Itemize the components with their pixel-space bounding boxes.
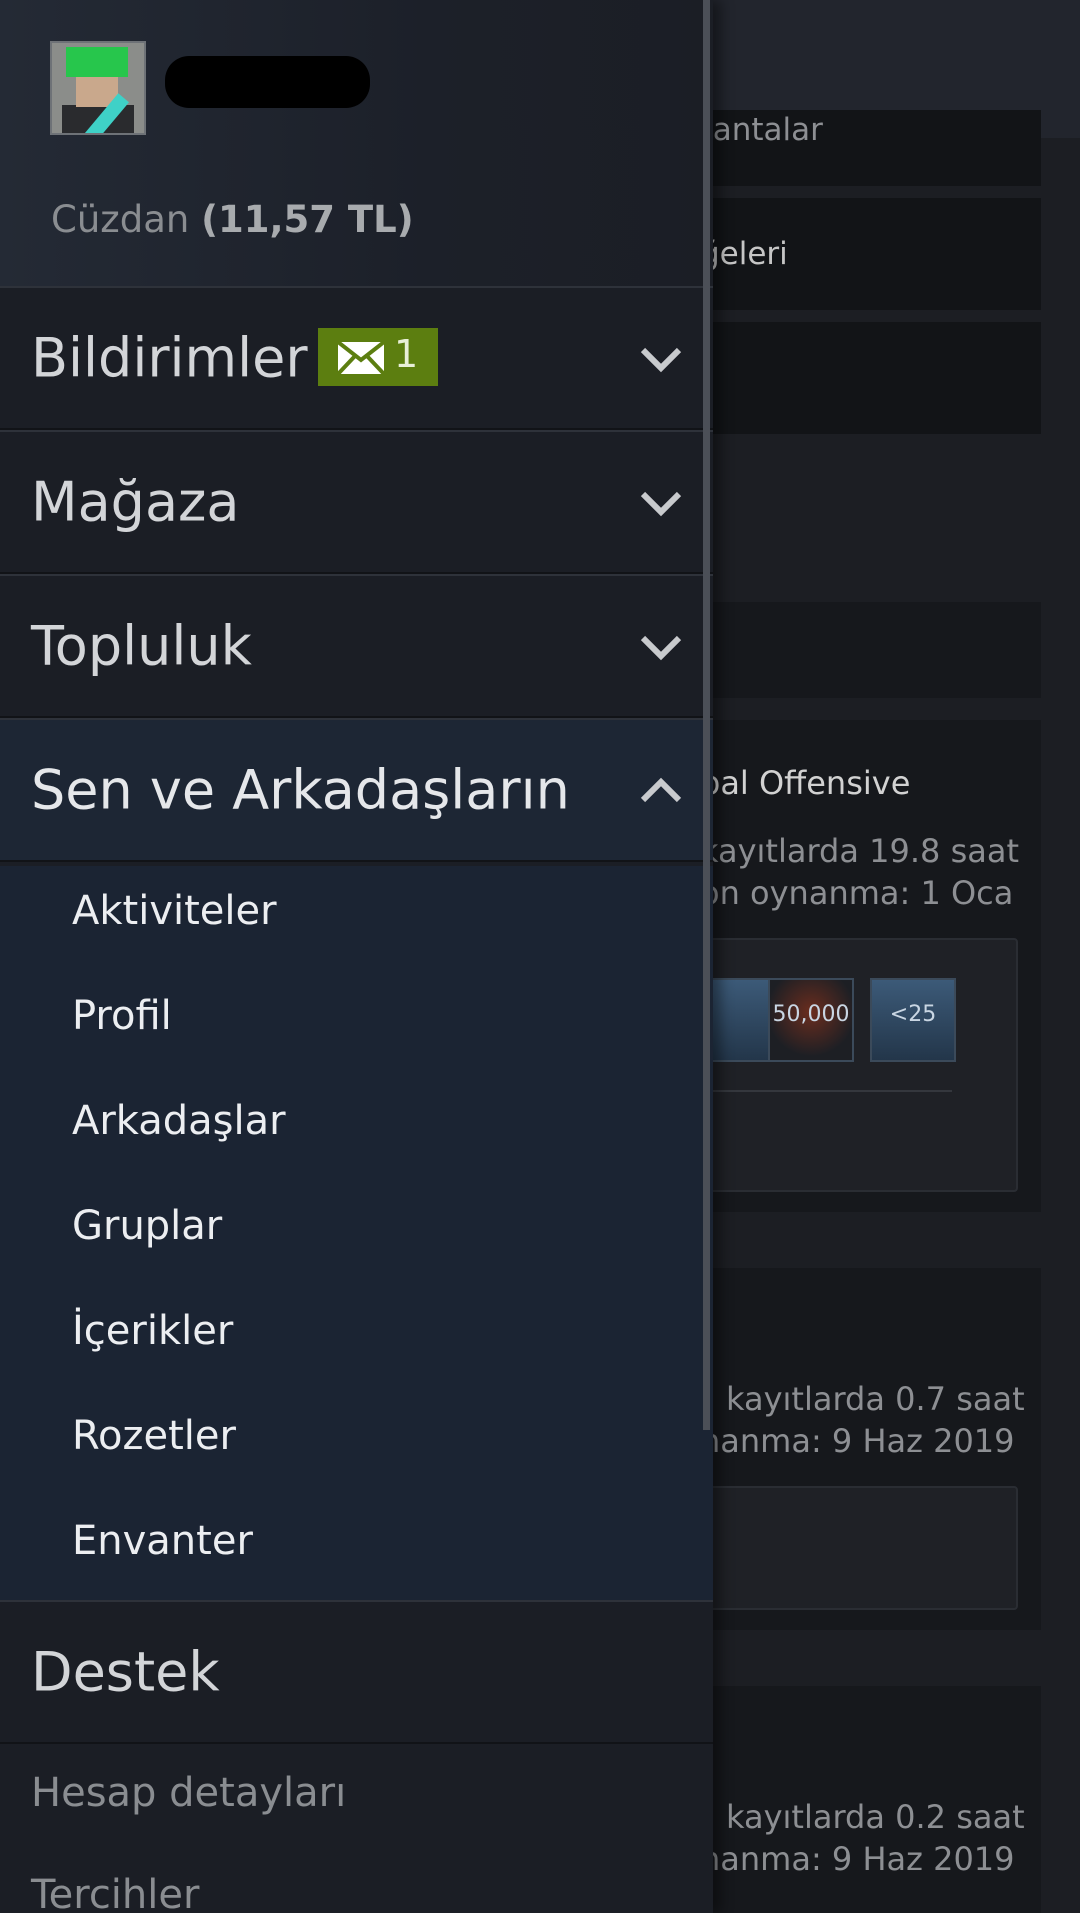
drawer-scrollbar[interactable] [703, 0, 710, 1430]
game-hours: kayıtlarda 19.8 saat [700, 832, 1019, 870]
link-preferences[interactable]: Tercihler [31, 1872, 199, 1913]
game-title: bal Offensive [700, 764, 911, 802]
submenu-item-groups[interactable]: Gruplar [72, 1203, 222, 1249]
game-last-played: nanma: 9 Haz 2019 [700, 1840, 1015, 1878]
submenu-item-badges[interactable]: Rozetler [72, 1413, 236, 1459]
game-hours: kayıtlarda 0.7 saat [726, 1380, 1025, 1418]
background-row-text: ğeleri [700, 236, 788, 272]
wallet-balance[interactable]: Cüzdan (11,57 TL) [51, 198, 414, 241]
menu-notifications[interactable]: Bildirimler 1 [0, 286, 713, 430]
link-account-details[interactable]: Hesap detayları [31, 1770, 346, 1816]
wallet-label: Cüzdan [51, 198, 190, 241]
game-card[interactable]: kayıtlarda 0.2 saat nanma: 9 Haz 2019 [700, 1686, 1041, 1913]
chevron-down-icon [639, 336, 683, 380]
divider [682, 1090, 952, 1092]
background-row-text: rantalar [700, 112, 823, 148]
menu-store[interactable]: Mağaza [0, 430, 713, 574]
chevron-down-icon [639, 624, 683, 668]
notification-badge: 1 [318, 328, 438, 386]
menu-you-and-friends[interactable]: Sen ve Arkadaşların [0, 718, 713, 862]
account-header: Cüzdan (11,57 TL) [0, 0, 713, 286]
game-hours: kayıtlarda 0.2 saat [726, 1798, 1025, 1836]
chevron-up-icon [639, 768, 683, 812]
menu-community[interactable]: Topluluk [0, 574, 713, 718]
achievement-icon[interactable]: <25 [870, 978, 956, 1062]
chevron-down-icon [639, 480, 683, 524]
submenu-item-inventory[interactable]: Envanter [72, 1518, 253, 1564]
menu-notifications-label: Bildirimler [31, 326, 308, 390]
submenu-item-activity[interactable]: Aktiviteler [72, 888, 277, 934]
menu-you-and-friends-label: Sen ve Arkadaşların [31, 758, 570, 822]
menu-community-label: Topluluk [31, 614, 252, 678]
menu-support[interactable]: Destek [0, 1600, 713, 1744]
game-card[interactable]: kayıtlarda 0.7 saat nanma: 9 Haz 2019 [680, 1268, 1041, 1630]
achievements-box: 50,000 <25 [680, 938, 1018, 1192]
achievement-icon[interactable]: 50,000 [768, 978, 854, 1062]
notification-count: 1 [394, 332, 419, 376]
menu-store-label: Mağaza [31, 470, 240, 534]
menu-support-label: Destek [31, 1640, 220, 1704]
game-last-played: on oynanma: 1 Oca [700, 874, 1014, 912]
envelope-icon [338, 342, 384, 374]
navigation-drawer: Cüzdan (11,57 TL) Bildirimler 1 Mağaza T… [0, 0, 713, 1913]
game-detail-box [680, 1486, 1018, 1610]
wallet-amount: (11,57 TL) [201, 198, 414, 241]
submenu-item-content[interactable]: İçerikler [72, 1308, 233, 1354]
you-and-friends-submenu: Aktiviteler Profil Arkadaşlar Gruplar İç… [0, 866, 713, 1600]
username-redacted[interactable] [165, 56, 370, 108]
game-last-played: nanma: 9 Haz 2019 [700, 1422, 1015, 1460]
background-row[interactable]: r [700, 322, 1041, 434]
background-row[interactable]: ğeleri [700, 198, 1041, 310]
submenu-item-friends[interactable]: Arkadaşlar [72, 1098, 286, 1144]
game-card[interactable]: bal Offensive kayıtlarda 19.8 saat on oy… [680, 720, 1041, 1212]
avatar[interactable] [50, 41, 146, 135]
submenu-item-profile[interactable]: Profil [72, 993, 172, 1039]
background-panel [700, 602, 1041, 698]
background-row[interactable]: rantalar [700, 110, 1041, 186]
